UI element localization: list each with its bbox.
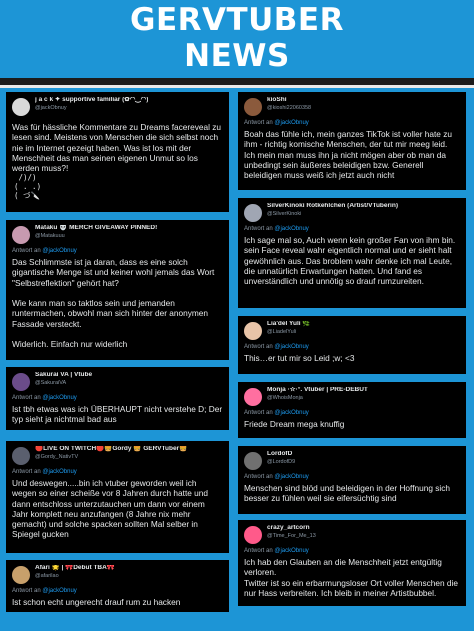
reply-indicator: Antwort an @jackObnuy	[244, 120, 309, 126]
user-handle[interactable]: @SilverKinoki	[267, 211, 398, 218]
reply-mention[interactable]: @jackObnuy	[274, 226, 308, 232]
tweet-text: This…er tut mir so Leid ;w; <3	[244, 353, 355, 363]
avatar[interactable]	[244, 526, 262, 544]
tweet-card[interactable]: crazy_artcorn @Time_For_Me_13 Antwort an…	[238, 520, 466, 606]
avatar[interactable]	[12, 566, 30, 584]
reply-mention[interactable]: @jackObnuy	[42, 469, 76, 475]
tweet-text: Ich sage mal so, Auch wenn kein großer F…	[244, 235, 458, 287]
reply-mention[interactable]: @jackObnuy	[274, 120, 308, 126]
avatar[interactable]	[244, 388, 262, 406]
tweet-text: Friede Dream mega knuffig	[244, 419, 345, 429]
user-handle[interactable]: @Time_For_Me_13	[267, 533, 316, 540]
reply-indicator: Antwort an @jackObnuy	[244, 548, 309, 554]
header-divider	[0, 78, 474, 85]
avatar[interactable]	[12, 98, 30, 116]
header-divider-light	[0, 85, 474, 88]
reply-indicator: Antwort an @jackObnuy	[244, 344, 309, 350]
tweet-card[interactable]: Sakurai VA | Vtube @SakuraiVA Antwort an…	[6, 367, 229, 430]
reply-mention[interactable]: @jackObnuy	[274, 474, 308, 480]
reply-indicator: Antwort an @jackObnuy	[244, 226, 309, 232]
avatar[interactable]	[12, 447, 30, 465]
display-name[interactable]: j a c k ✦ supportive familiar (✿◠‿◠)	[35, 97, 148, 104]
reply-indicator: Antwort an @jackObnuy	[12, 248, 77, 254]
tweet-text: Ist tbh etwas was ich ÜBERHAUPT nicht ve…	[12, 404, 225, 425]
display-name[interactable]: Mataku 💀 MERCH GIVEAWAY PINNED!	[35, 225, 157, 232]
reply-mention[interactable]: @jackObnuy	[274, 410, 308, 416]
display-name[interactable]: Lia'del Yuli 🌿	[267, 321, 310, 328]
avatar[interactable]	[244, 98, 262, 116]
reply-mention[interactable]: @jackObnuy	[42, 248, 76, 254]
display-name[interactable]: crazy_artcorn	[267, 525, 316, 532]
tweet-text: Was für hässliche Kommentare zu Dreams f…	[12, 122, 224, 174]
user-handle[interactable]: @LordofD9	[267, 459, 295, 466]
tweet-card[interactable]: SilverKinoki Rotkehlchen (Artist/VTuberi…	[238, 198, 466, 308]
avatar[interactable]	[244, 452, 262, 470]
display-name[interactable]: Afari 🌟 | 🎀Debut TBA🎀	[35, 565, 115, 572]
tweet-text: Menschen sind blöd und beleidigen in der…	[244, 483, 453, 504]
tweet-card[interactable]: j a c k ✦ supportive familiar (✿◠‿◠) @ja…	[6, 92, 229, 212]
user-handle[interactable]: @Matakuuu	[35, 233, 157, 240]
reply-indicator: Antwort an @jackObnuy	[12, 469, 77, 475]
reply-indicator: Antwort an @jackObnuy	[244, 474, 309, 480]
display-name[interactable]: SilverKinoki Rotkehlchen (Artist/VTuberi…	[267, 203, 398, 210]
reply-indicator: Antwort an @jackObnuy	[12, 588, 77, 594]
reply-mention[interactable]: @jackObnuy	[42, 588, 76, 594]
header-title-line1: GERVTUBER	[130, 2, 344, 38]
tweet-text: Ist schon echt ungerecht drauf rum zu ha…	[12, 597, 181, 607]
display-name[interactable]: LordofD	[267, 451, 295, 458]
reply-indicator: Antwort an @jackObnuy	[12, 395, 77, 401]
reply-indicator: Antwort an @jackObnuy	[244, 410, 309, 416]
avatar[interactable]	[12, 373, 30, 391]
tweet-card[interactable]: Afari 🌟 | 🎀Debut TBA🎀 @afarilao Antwort …	[6, 560, 229, 612]
tweet-text: Boah das fühle ich, mein ganzes TikTok i…	[244, 129, 455, 181]
avatar[interactable]	[12, 226, 30, 244]
tweet-card[interactable]: 🔴LIVE ON TWITCH🔴🍔Gordy 🍔 GERVTuber🍔 @Gor…	[6, 441, 229, 553]
tweet-card[interactable]: kioShi @kioshi22060358 Antwort an @jackO…	[238, 92, 466, 190]
reply-mention[interactable]: @jackObnuy	[274, 344, 308, 350]
tweet-text: Ich hab den Glauben an die Menschheit je…	[244, 557, 458, 598]
user-handle[interactable]: @kioshi22060358	[267, 105, 311, 112]
tweet-text: Das Schlimmste ist ja daran, dass es ein…	[12, 257, 215, 350]
display-name[interactable]: Monja ·☆·°. Vtuber | PRE-DEBUT	[267, 387, 368, 394]
user-handle[interactable]: @WhoisMonja	[267, 395, 368, 402]
user-handle[interactable]: @afarilao	[35, 573, 115, 580]
avatar[interactable]	[244, 204, 262, 222]
user-handle[interactable]: @SakuraiVA	[35, 380, 92, 387]
display-name[interactable]: 🔴LIVE ON TWITCH🔴🍔Gordy 🍔 GERVTuber🍔	[35, 446, 187, 453]
ascii-art: /)/) ( . .) ( づ🔪	[14, 173, 42, 201]
header-banner: GERVTUBER NEWS	[0, 0, 474, 78]
user-handle[interactable]: @LiadelYuli	[267, 329, 310, 336]
tweet-card[interactable]: Monja ·☆·°. Vtuber | PRE-DEBUT @WhoisMon…	[238, 382, 466, 438]
tweet-card[interactable]: Mataku 💀 MERCH GIVEAWAY PINNED! @Matakuu…	[6, 220, 229, 360]
header-title-line2: NEWS	[184, 38, 290, 74]
reply-mention[interactable]: @jackObnuy	[274, 548, 308, 554]
tweet-card[interactable]: Lia'del Yuli 🌿 @LiadelYuli Antwort an @j…	[238, 316, 466, 374]
tweet-text: Und deswegen.....bin ich vtuber geworden…	[12, 478, 211, 540]
display-name[interactable]: Sakurai VA | Vtube	[35, 372, 92, 379]
avatar[interactable]	[244, 322, 262, 340]
user-handle[interactable]: @jackObnuy	[35, 105, 148, 112]
tweet-card[interactable]: LordofD @LordofD9 Antwort an @jackObnuy …	[238, 446, 466, 514]
display-name[interactable]: kioShi	[267, 97, 311, 104]
user-handle[interactable]: @Gordy_NativTV	[35, 454, 187, 461]
reply-mention[interactable]: @jackObnuy	[42, 395, 76, 401]
